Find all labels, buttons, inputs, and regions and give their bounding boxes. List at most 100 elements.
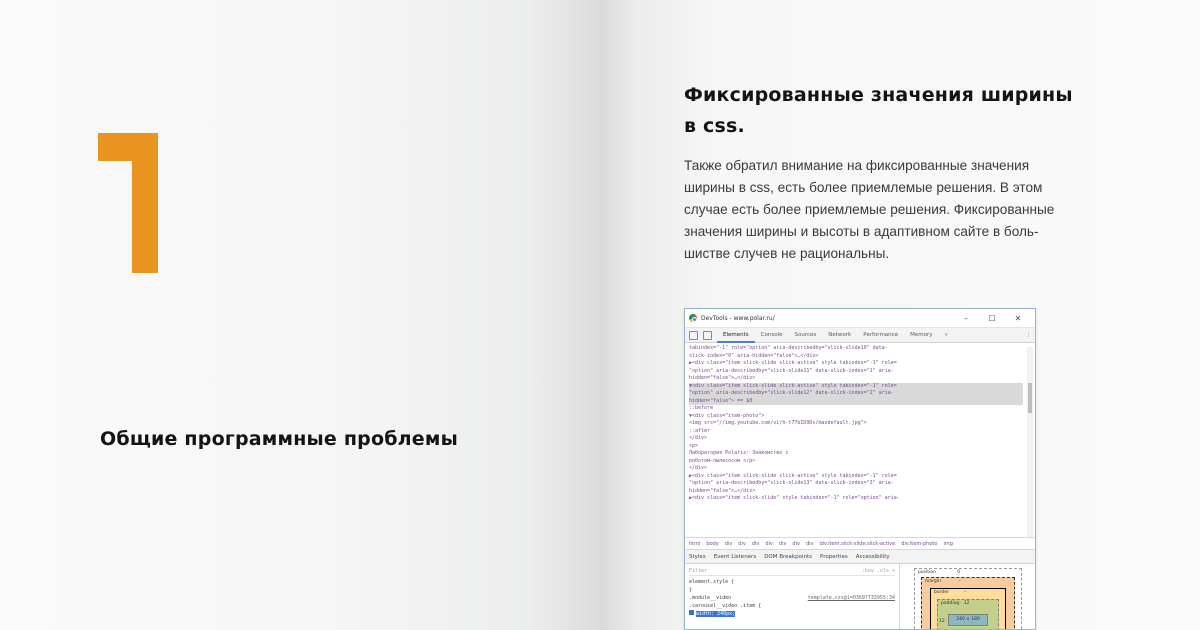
breadcrumb-item: body	[706, 540, 719, 547]
article-body: Также обратил внимание на фиксированные …	[684, 155, 1114, 265]
styles-rules: Filter :hov .cls + element.style { } .mo…	[685, 564, 900, 629]
box-model-value: 0	[957, 570, 961, 575]
tab-network: Network	[828, 331, 852, 338]
code-line: </div>	[689, 465, 708, 471]
breadcrumb-item: div	[792, 540, 800, 547]
code-line: <img src="//img.youtube.com/vi/h-t77bID9…	[689, 420, 867, 426]
style-line: .module__video template.css@i=0369773395…	[689, 594, 895, 602]
devtools-titlebar: DevTools - www.polar.ru/ – ☐ ✕	[685, 309, 1035, 327]
tab-elements: Elements	[717, 328, 755, 343]
devtools-screenshot: DevTools - www.polar.ru/ – ☐ ✕ Elements …	[684, 308, 1036, 630]
chrome-icon	[689, 314, 697, 322]
code-line: </div>	[689, 435, 708, 441]
style-selector: .module__video	[689, 595, 732, 601]
article-heading-line: в css.	[684, 115, 745, 137]
code-line: tabindex="-1" role="option" aria-describ…	[689, 345, 888, 351]
tab-performance: Performance	[863, 331, 899, 338]
box-model-label: border	[934, 590, 949, 595]
breadcrumb-item: div	[805, 540, 814, 547]
tab-memory: Memory	[910, 331, 933, 338]
code-line: ▼<div class="item-photo">	[689, 412, 765, 419]
code-line: "option" aria-describedby="slick-slide11…	[689, 367, 894, 374]
box-model-content: 240 × 180	[948, 614, 988, 626]
box-model-value: –	[958, 579, 961, 584]
breadcrumb-item: html	[689, 540, 701, 547]
elements-panel: tabindex="-1" role="option" aria-describ…	[685, 343, 1035, 538]
body-line: Также обратил внимание на фиксированные …	[684, 158, 1030, 173]
section-heading: Общие программные проблемы	[100, 428, 458, 450]
style-property-highlighted: width: 240px;	[696, 611, 736, 617]
code-line: <p>	[689, 442, 699, 449]
code-line: Лаборатория Polaris: Знакомство с	[689, 450, 789, 456]
tab-sources: Sources	[794, 331, 817, 338]
devtools-tabbar: Elements Console Sources Network Perform…	[685, 327, 1035, 343]
subtab-styles: Styles	[689, 553, 706, 560]
body-line: шистве случев не рациональны.	[684, 246, 890, 261]
article-heading-line: Фиксированные значения ширины	[684, 84, 1073, 106]
style-line: element.style {	[689, 579, 735, 585]
subtab-accessibility: Accessibility	[855, 553, 890, 560]
elements-scrollbar	[1027, 347, 1033, 537]
breadcrumb-item: div.item-photo	[901, 540, 938, 547]
maximize-icon: ☐	[988, 313, 996, 323]
left-page: Общие программные проблемы	[0, 0, 600, 630]
breadcrumb-item: div	[724, 540, 733, 547]
chapter-number	[98, 133, 160, 273]
breadcrumb-item: div.item.slick-slide.slick-active	[819, 540, 896, 547]
subtab-event-listeners: Event Listeners	[713, 553, 757, 560]
tab-more: »	[944, 331, 948, 338]
style-line: width: 240px;	[689, 610, 895, 618]
device-toggle-icon	[703, 330, 712, 340]
box-model-label: position	[918, 570, 936, 575]
code-line: ::after	[689, 427, 711, 434]
box-model-label: margin	[925, 579, 941, 584]
box-model-value: –	[964, 590, 967, 595]
box-model-border: border – padding 12 12 240 × 180	[930, 588, 1006, 629]
breadcrumb-item: div	[778, 540, 787, 547]
subtab-dom-breakpoints: DOM Breakpoints	[764, 553, 812, 560]
article-heading: Фиксированные значения ширины в css.	[684, 80, 1114, 142]
code-line: slick-index="0" aria-hidden="false">…</d…	[689, 352, 819, 359]
code-line: ▶<div class="item slick-slide slick-acti…	[689, 472, 897, 479]
code-line: ▶<div class="item slick-slide" style tab…	[689, 495, 900, 501]
filter-placeholder: Filter	[689, 567, 708, 574]
subtab-properties: Properties	[820, 553, 848, 560]
style-source-link: template.css@i=03697733955:34	[807, 595, 895, 601]
code-line-selected: "option" aria-describedby="slick-slide12…	[689, 390, 1023, 398]
code-line: роботом-пылесосом </p>	[689, 457, 756, 464]
breadcrumb-item: img	[943, 540, 953, 547]
styles-subtabs: Styles Event Listeners DOM Breakpoints P…	[685, 550, 1035, 564]
style-line: .carousel__video .item {	[689, 603, 762, 609]
body-line: случае есть более приемлемые решения. Фи…	[684, 202, 1055, 217]
styles-pane: Filter :hov .cls + element.style { } .mo…	[685, 564, 1035, 629]
box-model-value: 12	[963, 601, 970, 606]
code-line: ▶<div class="item slick-slide slick-acti…	[689, 360, 897, 366]
tab-console: Console	[760, 331, 783, 338]
filter-options: :hov .cls +	[861, 567, 895, 574]
box-model-margin: margin – border – padding 12 12 240 × 18…	[921, 577, 1015, 629]
chapter-number-glyph	[98, 133, 158, 273]
breadcrumb-item: div	[765, 540, 773, 547]
box-model: position 0 margin – border – padding 12 …	[900, 564, 1035, 629]
box-model-value: 12	[939, 619, 945, 624]
minimize-icon: –	[964, 313, 968, 323]
body-line: ширины в css, есть более приемлемые реше…	[684, 180, 1043, 195]
checkbox-icon	[689, 610, 694, 615]
breadcrumb-item: div	[751, 540, 760, 547]
code-line-selected: hidden="false"> == $0	[689, 397, 1023, 405]
breadcrumb-item: div	[738, 540, 746, 547]
body-line: значения ширины и высоты в адаптивном са…	[684, 224, 1039, 239]
code-line: "option" aria-describedby="slick-slide13…	[689, 480, 894, 486]
box-model-padding: padding 12 12 240 × 180	[937, 599, 999, 629]
inspect-icon	[689, 330, 698, 340]
close-icon: ✕	[1014, 313, 1022, 323]
code-line-selected: ▼<div class="item slick-slide slick-acti…	[689, 382, 1023, 390]
styles-filter: Filter :hov .cls +	[689, 566, 895, 576]
devtools-menu-icon: ⋮	[1025, 332, 1032, 338]
dom-breadcrumb: html body div div div div div div div di…	[685, 538, 1035, 550]
box-model-label: padding	[941, 601, 960, 606]
style-line: }	[689, 587, 693, 593]
code-line: hidden="false">…</div>	[689, 375, 756, 381]
code-line: ::before	[689, 405, 714, 411]
devtools-window-title: DevTools - www.polar.ru/	[701, 314, 775, 322]
